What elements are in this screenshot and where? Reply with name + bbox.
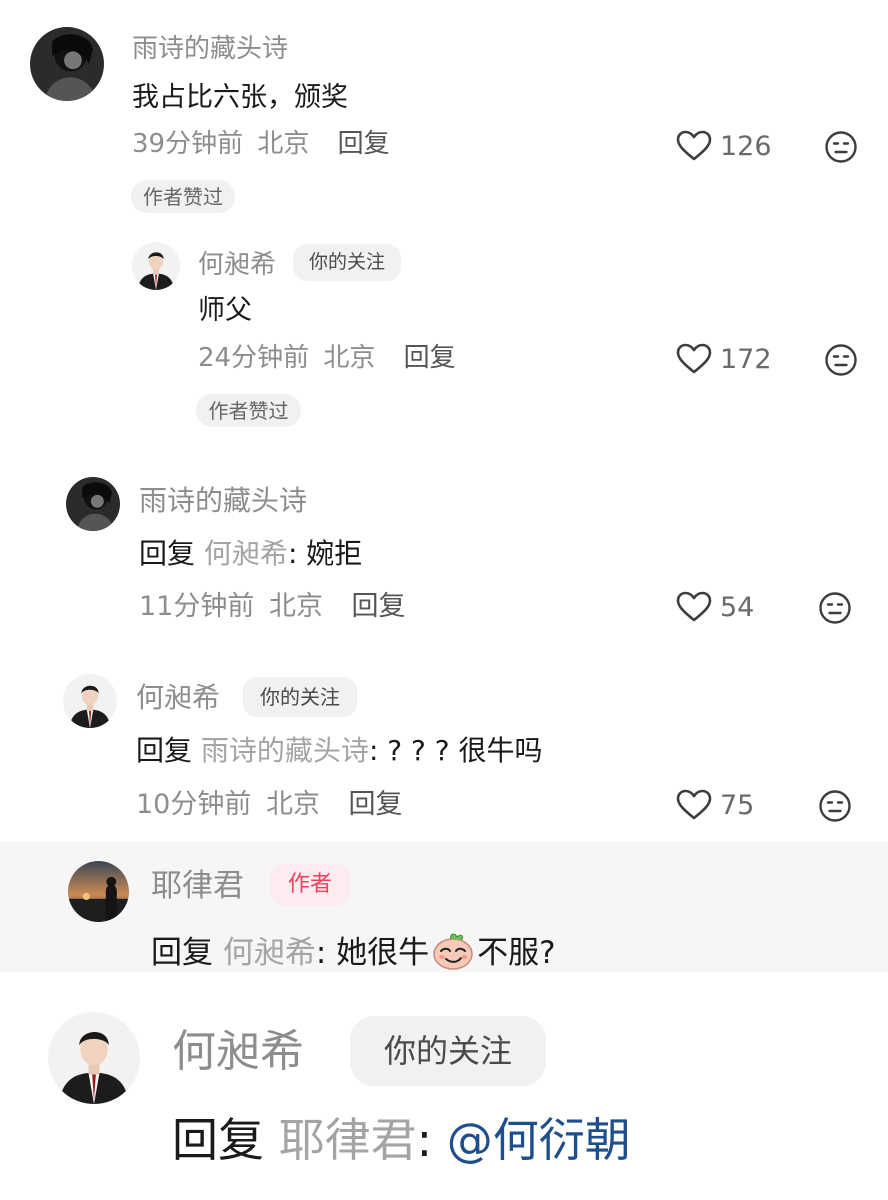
reply-button[interactable]: 回复 (338, 129, 390, 159)
avatar-photo (68, 861, 129, 922)
neutral-face-icon[interactable] (824, 343, 858, 377)
comment-body: : ? ? ? 很牛吗 (368, 734, 543, 767)
comment-meta: 24分钟前 北京 回复 (198, 345, 456, 371)
comment-time: 39分钟前 (132, 129, 244, 159)
like-button[interactable]: 126 (676, 130, 772, 162)
comment-item: 雨诗的藏头诗 回复 何昶希: 婉拒 11分钟前 北京 回复 54 (0, 460, 888, 650)
avatar[interactable] (66, 477, 120, 531)
comment-location: 北京 (268, 591, 323, 622)
avatar-photo (63, 674, 117, 728)
comment-body: : 婉拒 (287, 537, 363, 570)
following-badge: 你的关注 (243, 677, 357, 717)
comment-text: 回复 耶律君: @何衍朝 (172, 1117, 631, 1163)
reply-target[interactable]: 何昶希 (223, 935, 316, 971)
avatar[interactable] (48, 1012, 140, 1104)
avatar-photo (48, 1012, 140, 1104)
comment-body: : 她很牛 (315, 935, 430, 971)
reply-button[interactable]: 回复 (404, 343, 456, 373)
neutral-face-icon[interactable] (824, 130, 858, 164)
comment-text: 我占比六张，颁奖 (132, 82, 348, 113)
comment-time: 11分钟前 (139, 591, 255, 622)
comment-colon: : (416, 1113, 447, 1167)
reply-target[interactable]: 何昶希 (204, 537, 288, 570)
author-liked-badge: 作者赞过 (196, 394, 301, 427)
like-button[interactable]: 75 (676, 789, 754, 821)
comment-item: 耶律君 作者 回复 何昶希: 她很牛 不服? (0, 842, 888, 972)
mention-link[interactable]: @何衍朝 (447, 1113, 631, 1167)
avatar[interactable] (132, 242, 180, 290)
like-button[interactable]: 172 (676, 343, 772, 375)
heart-outline-icon (676, 343, 712, 375)
smug-face-emoji-icon (433, 933, 473, 970)
comment-location: 北京 (323, 343, 376, 373)
comment-text: 师父 (198, 295, 252, 326)
commenter-name[interactable]: 耶律君 (151, 871, 244, 902)
commenter-name[interactable]: 雨诗的藏头诗 (139, 487, 307, 515)
avatar-photo (30, 27, 104, 101)
reply-prefix: 回复 (139, 537, 196, 570)
following-badge: 你的关注 (293, 244, 401, 281)
comment-text: 回复 何昶希: 她很牛 不服? (151, 931, 556, 971)
comment-meta: 39分钟前 北京 回复 (132, 131, 390, 157)
reply-prefix: 回复 (172, 1113, 264, 1167)
like-count: 126 (720, 130, 772, 162)
like-count: 54 (720, 591, 755, 623)
comment-body-end: 不服? (477, 935, 556, 971)
heart-outline-icon (676, 130, 712, 162)
comment-text: 回复 雨诗的藏头诗: ? ? ? 很牛吗 (136, 737, 543, 765)
heart-outline-icon (676, 789, 712, 821)
neutral-face-icon[interactable] (818, 591, 852, 625)
following-badge: 你的关注 (350, 1016, 546, 1086)
author-badge: 作者 (270, 864, 350, 906)
reply-button[interactable]: 回复 (352, 591, 406, 622)
comment-time: 24分钟前 (198, 343, 310, 373)
like-count: 172 (720, 343, 772, 375)
avatar-photo (132, 242, 180, 290)
author-liked-badge: 作者赞过 (131, 180, 235, 213)
avatar[interactable] (68, 861, 129, 922)
commenter-name[interactable]: 何昶希 (172, 1030, 304, 1074)
reply-target[interactable]: 耶律君 (279, 1113, 417, 1167)
avatar[interactable] (30, 27, 104, 101)
commenter-name[interactable]: 何昶希 (198, 252, 276, 278)
comment-meta: 10分钟前 北京 回复 (136, 791, 403, 818)
reply-prefix: 回复 (151, 935, 213, 971)
comment-item: 何昶希 你的关注 师父 24分钟前 北京 回复 172 作者赞过 (0, 225, 888, 445)
comment-meta: 11分钟前 北京 回复 (139, 593, 406, 620)
avatar-photo (66, 477, 120, 531)
reply-target[interactable]: 雨诗的藏头诗 (201, 734, 369, 767)
like-button[interactable]: 54 (676, 591, 754, 623)
comment-item: 何昶希 你的关注 回复 耶律君: @何衍朝 (0, 1000, 888, 1200)
commenter-name[interactable]: 何昶希 (136, 684, 220, 712)
comment-item: 雨诗的藏头诗 我占比六张，颁奖 39分钟前 北京 回复 126 作者赞过 (0, 0, 888, 225)
commenter-name[interactable]: 雨诗的藏头诗 (132, 36, 288, 62)
reply-prefix: 回复 (136, 734, 193, 767)
neutral-face-icon[interactable] (818, 789, 852, 823)
comment-item: 何昶希 你的关注 回复 雨诗的藏头诗: ? ? ? 很牛吗 10分钟前 北京 回… (0, 660, 888, 840)
like-count: 75 (720, 789, 755, 821)
comment-time: 10分钟前 (136, 789, 252, 820)
comment-text: 回复 何昶希: 婉拒 (139, 540, 362, 568)
comment-location: 北京 (257, 129, 310, 159)
avatar[interactable] (63, 674, 117, 728)
reply-button[interactable]: 回复 (349, 789, 403, 820)
comment-location: 北京 (265, 789, 320, 820)
heart-outline-icon (676, 591, 712, 623)
